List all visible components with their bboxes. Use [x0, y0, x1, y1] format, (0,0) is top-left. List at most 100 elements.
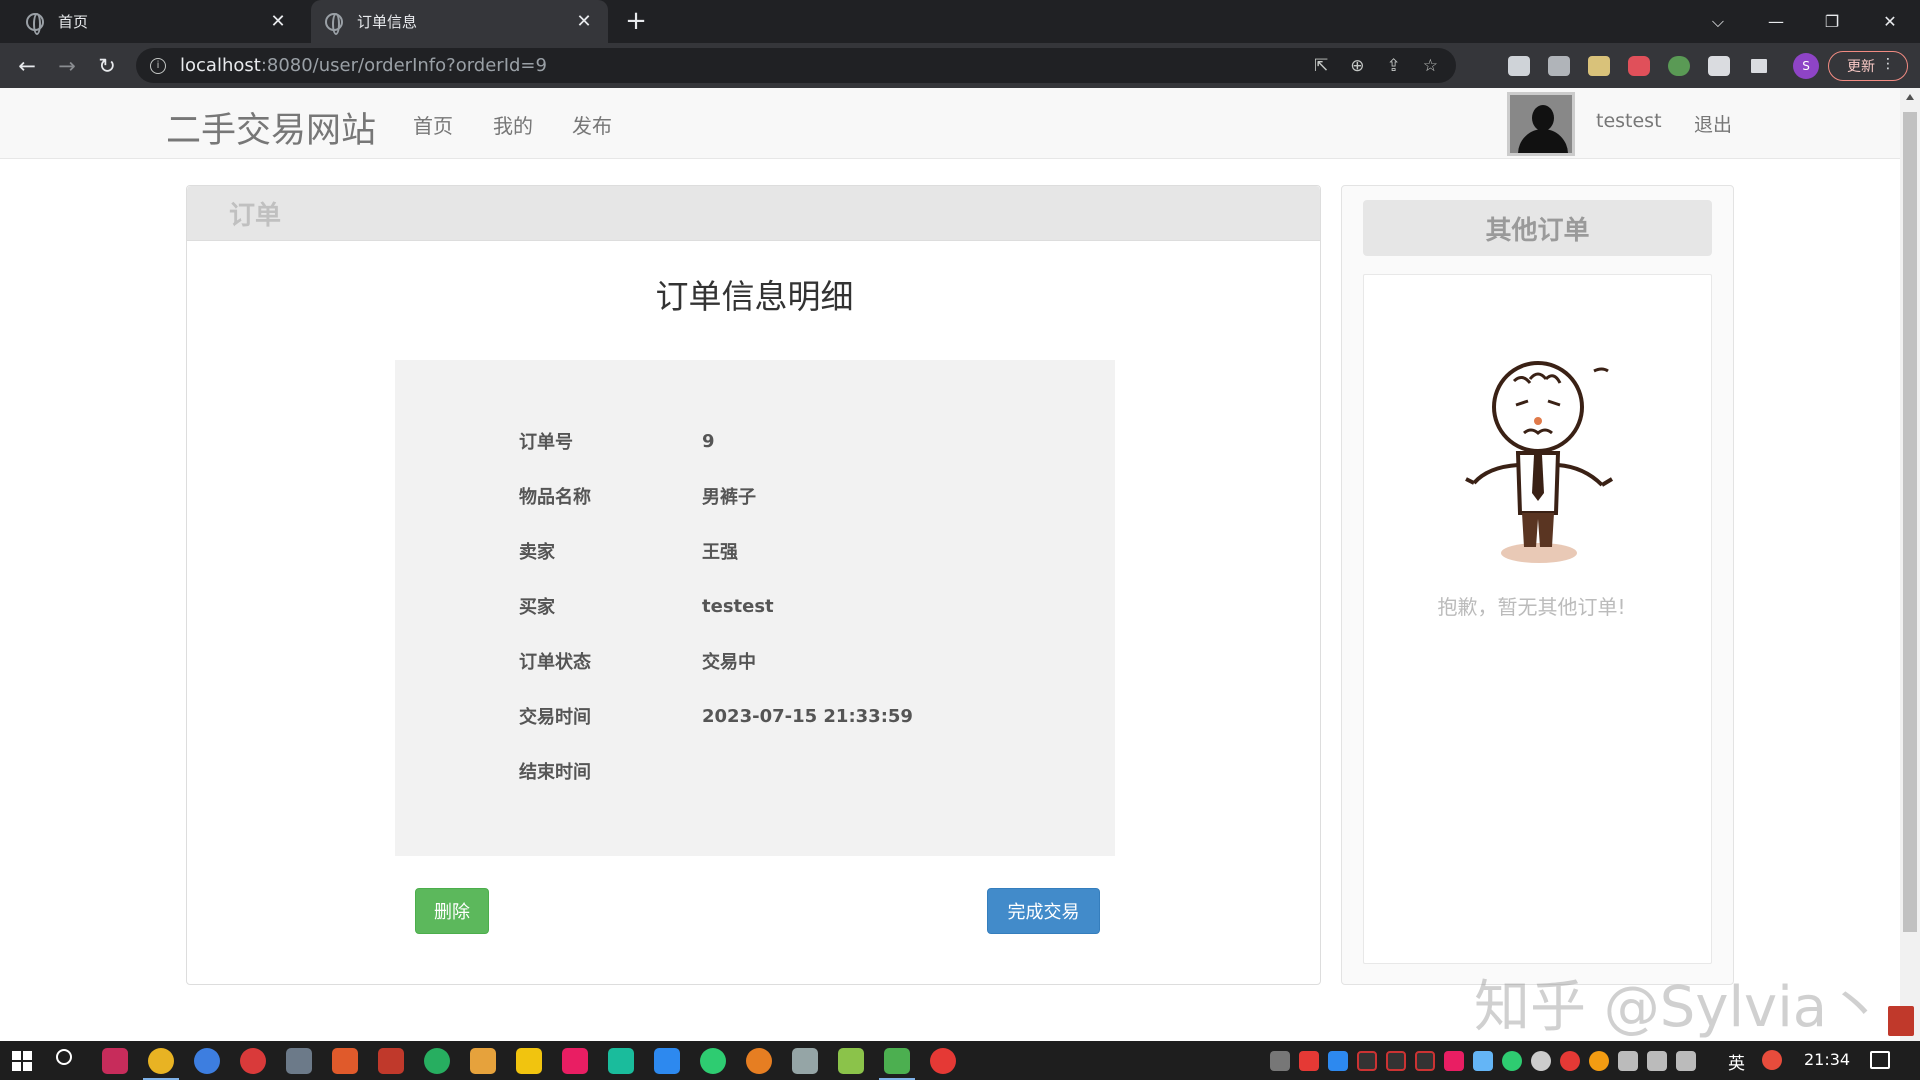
toolbox-app-icon[interactable] — [378, 1048, 404, 1074]
wechat-icon[interactable] — [700, 1048, 726, 1074]
back-arrow-icon[interactable]: ← — [12, 51, 42, 81]
image-viewer-icon[interactable] — [286, 1048, 312, 1074]
menu-dots-icon[interactable]: ⋮ — [1881, 56, 1895, 72]
username-link[interactable]: testest — [1596, 110, 1662, 132]
delete-order-button[interactable]: 删除 — [415, 888, 489, 934]
logout-link[interactable]: 退出 — [1694, 110, 1732, 137]
scrollbar-thumb[interactable] — [1903, 112, 1917, 932]
order-field-row: 交易时间 2023-07-15 21:33:59 — [519, 701, 913, 731]
record-app-icon[interactable] — [240, 1048, 266, 1074]
tray-volume-icon[interactable] — [1647, 1051, 1667, 1071]
firefox-icon[interactable] — [746, 1048, 772, 1074]
tab-order-info[interactable]: 订单信息 ✕ — [311, 0, 608, 43]
extension-camera-icon[interactable] — [1548, 56, 1570, 76]
field-label: 订单状态 — [519, 652, 591, 673]
ime-icon[interactable] — [1762, 1050, 1782, 1070]
wechat-dev-icon[interactable] — [879, 1048, 915, 1080]
recorder-icon[interactable] — [930, 1048, 956, 1074]
notification-icon[interactable] — [1870, 1051, 1890, 1069]
tab-search-chevron-icon[interactable]: ⌵ — [1690, 0, 1746, 43]
web-page: 二手交易网站 首页 我的 发布 testest 退出 订单 订单信息明细 订单号… — [0, 88, 1900, 1041]
chrome-icon[interactable] — [143, 1048, 179, 1080]
extensions-puzzle-icon[interactable] — [1708, 56, 1730, 76]
globe-icon — [26, 12, 44, 35]
new-tab-button[interactable]: + — [620, 6, 652, 36]
field-label: 买家 — [519, 597, 555, 618]
avatar-shoulder — [1518, 129, 1568, 153]
tray-search-icon[interactable] — [1589, 1051, 1609, 1071]
folder-icon[interactable] — [516, 1048, 542, 1074]
order-field-row: 结束时间 — [519, 756, 702, 786]
nav-home[interactable]: 首页 — [413, 110, 453, 139]
zoom-icon[interactable]: ⊕ — [1350, 56, 1364, 76]
share-icon[interactable]: ⇪ — [1387, 56, 1401, 76]
other-orders-panel: 其他订单 抱歉，暂无其他订单! — [1341, 185, 1734, 985]
tray-app-icon[interactable] — [1328, 1051, 1348, 1071]
tray-cloud-icon[interactable] — [1299, 1051, 1319, 1071]
tab-home[interactable]: 首页 ✕ — [12, 0, 302, 43]
tray-up-chevron-icon[interactable] — [1270, 1051, 1290, 1071]
windows-start-icon[interactable] — [12, 1051, 32, 1071]
tab-close-icon[interactable]: ✕ — [574, 11, 594, 32]
tray-qq-icon[interactable] — [1386, 1051, 1406, 1071]
order-detail-title: 订单信息明细 — [655, 277, 854, 316]
media-app-icon[interactable] — [562, 1048, 588, 1074]
tray-qq-icon[interactable] — [1357, 1051, 1377, 1071]
tab-close-icon[interactable]: ✕ — [268, 11, 288, 32]
minimize-button[interactable]: — — [1748, 0, 1804, 43]
update-button[interactable]: 更新 ⋮ — [1828, 51, 1908, 81]
nav-publish[interactable]: 发布 — [572, 110, 612, 139]
field-value: 2023-07-15 21:33:59 — [702, 705, 913, 727]
browser-app-icon[interactable] — [194, 1048, 220, 1074]
tray-media-icon[interactable] — [1444, 1051, 1464, 1071]
extension-image-icon[interactable] — [1588, 56, 1610, 76]
page-scrollbar[interactable] — [1900, 88, 1920, 1041]
input-language[interactable]: 英 — [1728, 1049, 1745, 1074]
file-app-icon[interactable] — [470, 1048, 496, 1074]
site-info-icon[interactable]: i — [150, 57, 166, 74]
user-avatar[interactable] — [1507, 92, 1575, 156]
taskbar-clock[interactable]: 21:34 — [1804, 1050, 1850, 1069]
notes-app-icon[interactable] — [608, 1048, 634, 1074]
scroll-up-icon[interactable] — [1906, 94, 1914, 100]
settings-app-icon[interactable] — [792, 1048, 818, 1074]
extension-shield-icon[interactable] — [1628, 56, 1650, 76]
site-brand[interactable]: 二手交易网站 — [166, 102, 376, 153]
window-close-button[interactable]: ✕ — [1862, 0, 1918, 43]
tray-wechat-icon[interactable] — [1502, 1051, 1522, 1071]
finish-trade-button[interactable]: 完成交易 — [987, 888, 1100, 934]
extension-chat-icon[interactable] — [1508, 56, 1530, 76]
address-bar[interactable]: i localhost:8080/user/orderInfo?orderId=… — [136, 48, 1456, 83]
search-icon[interactable] — [56, 1049, 72, 1065]
sheet-app-icon[interactable] — [838, 1048, 864, 1074]
flag-icon[interactable] — [1888, 1006, 1914, 1036]
tray-pen-icon[interactable] — [1676, 1051, 1696, 1071]
tab-title: 首页 — [58, 13, 89, 31]
intellij-icon[interactable] — [102, 1048, 128, 1074]
field-value: 9 — [702, 430, 715, 452]
order-field-row: 物品名称 男裤子 — [519, 481, 756, 511]
field-label: 卖家 — [519, 542, 555, 563]
profile-avatar[interactable]: S — [1793, 53, 1819, 79]
edit-app-icon[interactable] — [654, 1048, 680, 1074]
site-navbar: 二手交易网站 首页 我的 发布 testest 退出 — [0, 88, 1900, 159]
order-field-row: 订单号 9 — [519, 426, 715, 456]
bookmark-star-icon[interactable]: ☆ — [1423, 56, 1438, 76]
order-detail-table: 订单号 9 物品名称 男裤子 卖家 王强 买家 testest 订单状态 交易中… — [395, 360, 1115, 856]
tray-qq-icon[interactable] — [1415, 1051, 1435, 1071]
nav-mine[interactable]: 我的 — [493, 110, 533, 139]
tray-display-icon[interactable] — [1618, 1051, 1638, 1071]
tray-record-icon[interactable] — [1560, 1051, 1580, 1071]
reload-icon[interactable]: ↻ — [92, 51, 122, 81]
restore-button[interactable]: ❐ — [1804, 0, 1860, 43]
order-detail-card: 订单号 9 物品名称 男裤子 卖家 王强 买家 testest 订单状态 交易中… — [353, 334, 1154, 944]
open-in-app-icon[interactable]: ⇱ — [1314, 56, 1328, 76]
system-tray — [1270, 1050, 1696, 1072]
news-app-icon[interactable] — [332, 1048, 358, 1074]
tray-network-app-icon[interactable] — [1473, 1051, 1493, 1071]
extension-leaf-icon[interactable] — [1668, 56, 1690, 76]
forward-arrow-icon[interactable]: → — [52, 51, 82, 81]
side-panel-icon[interactable] — [1748, 56, 1770, 76]
sync-app-icon[interactable] — [424, 1048, 450, 1074]
tray-mic-icon[interactable] — [1531, 1051, 1551, 1071]
